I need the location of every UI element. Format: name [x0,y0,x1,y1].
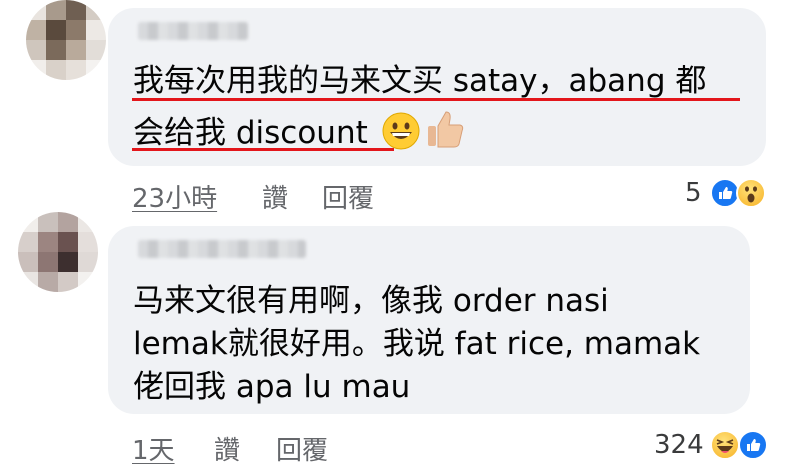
grinning-face-icon [382,112,420,150]
haha-icon [710,430,740,460]
red-underline [132,98,740,101]
like-icon [738,430,768,460]
reaction-count[interactable]: 5 [685,178,702,208]
commenter-name-blurred[interactable] [138,240,306,258]
reply-button[interactable]: 回覆 [276,430,328,467]
comment-text-line: 马来文很有用啊，像我 order nasi [133,283,609,319]
like-button[interactable]: 讚 [214,430,240,467]
like-button[interactable]: 讚 [262,178,288,215]
red-underline [132,148,394,151]
wow-icon [736,178,766,208]
commenter-name-blurred[interactable] [138,22,248,40]
avatar[interactable] [26,0,106,80]
avatar[interactable] [18,212,98,292]
comment-text-line: lemak就很好用。我说 fat rice, mamak [133,326,701,362]
reply-button[interactable]: 回覆 [322,178,374,215]
timestamp-link[interactable]: 23小時 [132,178,217,215]
timestamp-link[interactable]: 1天 [132,430,175,467]
thumbs-up-icon [428,111,464,148]
reaction-count[interactable]: 324 [654,430,704,460]
comment-text-line: 佬回我 apa lu mau [133,369,411,405]
